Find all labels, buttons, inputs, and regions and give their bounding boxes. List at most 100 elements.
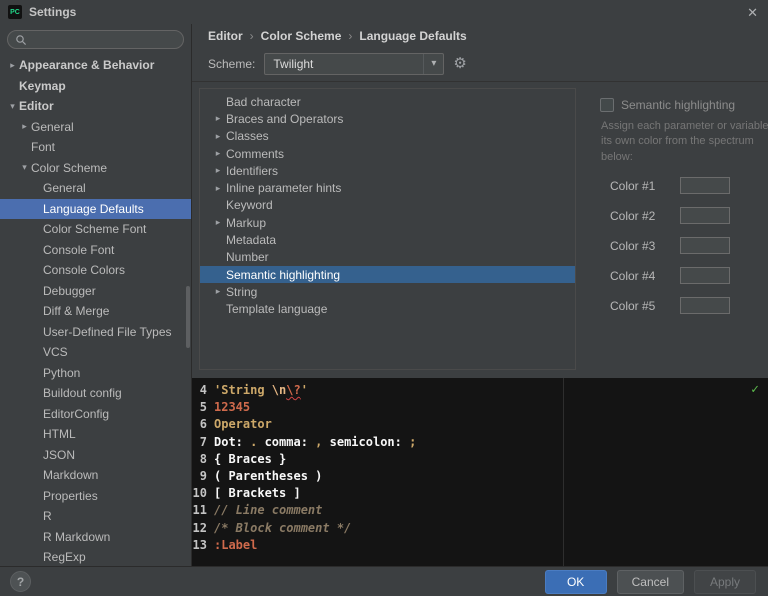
sidebar-item-buildout-config[interactable]: Buildout config bbox=[0, 383, 191, 404]
sidebar-item-diff-merge[interactable]: Diff & Merge bbox=[0, 301, 191, 322]
color-label: Color #4 bbox=[610, 268, 656, 283]
sidebar-item-html[interactable]: HTML bbox=[0, 424, 191, 445]
chevron-right-icon[interactable]: ▸ bbox=[210, 217, 226, 228]
attribute-item-label: Braces and Operators bbox=[226, 111, 344, 126]
sidebar-item-python[interactable]: Python bbox=[0, 363, 191, 384]
sidebar-item-debugger[interactable]: Debugger bbox=[0, 281, 191, 302]
breadcrumb-item-editor[interactable]: Editor bbox=[208, 29, 243, 43]
sidebar-item-label: Color Scheme Font bbox=[43, 222, 147, 237]
attribute-item-label: Semantic highlighting bbox=[226, 267, 341, 282]
sidebar-item-general[interactable]: General bbox=[0, 178, 191, 199]
chevron-right-icon[interactable]: ▸ bbox=[210, 183, 226, 194]
chevron-down-icon[interactable]: ▾ bbox=[6, 101, 19, 112]
color-row-3: Color #3 bbox=[610, 237, 756, 255]
line-number: 6 bbox=[199, 417, 207, 432]
attribute-item-identifiers[interactable]: ▸ Identifiers bbox=[200, 162, 575, 179]
close-icon[interactable]: ✕ bbox=[747, 6, 758, 19]
attribute-item-semantic-highlighting[interactable]: Semantic highlighting bbox=[200, 265, 575, 284]
help-icon[interactable]: ? bbox=[10, 571, 31, 592]
attribute-item-keyword[interactable]: Keyword bbox=[200, 197, 575, 214]
sidebar-item-label: Debugger bbox=[43, 283, 96, 298]
chevron-right-icon[interactable]: ▸ bbox=[210, 148, 226, 159]
gear-icon[interactable]: ⚙ bbox=[453, 56, 466, 71]
color-value-field[interactable] bbox=[680, 267, 730, 285]
code-line: 11// Line comment bbox=[192, 502, 768, 519]
sidebar-item-label: JSON bbox=[43, 447, 76, 462]
settings-search[interactable] bbox=[7, 30, 184, 49]
preview-editor[interactable]: 4 'String \n\?' 5 12345 6 Operator 7 Dot: . com… bbox=[192, 378, 768, 566]
sidebar-item-label: Buildout config bbox=[43, 386, 122, 401]
sidebar-item-markdown[interactable]: Markdown bbox=[0, 465, 191, 486]
sidebar-item-color-scheme[interactable]: ▾ Color Scheme bbox=[0, 158, 191, 179]
attribute-item-label: Identifiers bbox=[226, 163, 279, 178]
sidebar-scrollbar-thumb[interactable] bbox=[186, 286, 190, 348]
semantic-highlighting-checkbox-label: Semantic highlighting bbox=[621, 98, 736, 112]
color-row-5: Color #5 bbox=[610, 297, 756, 315]
attribute-item-bad-character[interactable]: Bad character bbox=[200, 93, 575, 110]
sidebar-item-appearance-behavior[interactable]: ▸ Appearance & Behavior bbox=[0, 55, 191, 76]
chevron-right-icon[interactable]: ▸ bbox=[210, 131, 226, 142]
semantic-highlighting-panel: Semantic highlighting Assign each parame… bbox=[584, 88, 768, 370]
sidebar-item-label: EditorConfig bbox=[43, 406, 110, 421]
sidebar-item-regexp[interactable]: RegExp bbox=[0, 547, 191, 566]
attribute-item-label: Markup bbox=[226, 215, 267, 230]
breadcrumb-item-color-scheme[interactable]: Color Scheme bbox=[261, 29, 342, 43]
sidebar-item-keymap[interactable]: Keymap bbox=[0, 76, 191, 97]
settings-search-input[interactable] bbox=[32, 32, 176, 47]
attribute-item-metadata[interactable]: Metadata bbox=[200, 231, 575, 248]
sidebar-item-editorconfig[interactable]: EditorConfig bbox=[0, 404, 191, 425]
chevron-right-icon[interactable]: ▸ bbox=[210, 165, 226, 176]
settings-tree: ▸ Appearance & Behavior Keymap ▾ Editor ▸ Gene… bbox=[0, 55, 191, 566]
sidebar-item-r[interactable]: R bbox=[0, 506, 191, 527]
line-number: 7 bbox=[199, 434, 207, 449]
attribute-item-comments[interactable]: ▸ Comments bbox=[200, 145, 575, 162]
sidebar-item-console-colors[interactable]: Console Colors bbox=[0, 260, 191, 281]
color-value-field[interactable] bbox=[680, 207, 730, 225]
color-value-field[interactable] bbox=[680, 177, 730, 195]
sidebar-item-editor[interactable]: ▾ Editor bbox=[0, 96, 191, 117]
sidebar-item-color-scheme-font[interactable]: Color Scheme Font bbox=[0, 219, 191, 240]
breadcrumb-item-language-defaults[interactable]: Language Defaults bbox=[359, 29, 466, 43]
sidebar-item-language-defaults[interactable]: Language Defaults bbox=[0, 198, 191, 219]
color-row-1: Color #1 bbox=[610, 177, 756, 195]
attribute-item-string[interactable]: ▸ String bbox=[200, 283, 575, 300]
preview-code: 4 'String \n\?' 5 12345 6 Operator 7 Dot: . com… bbox=[192, 382, 768, 554]
color-value-field[interactable] bbox=[680, 237, 730, 255]
semantic-highlighting-checkbox[interactable] bbox=[600, 98, 614, 112]
chevron-down-icon[interactable]: ▾ bbox=[18, 162, 31, 173]
sidebar-item-properties[interactable]: Properties bbox=[0, 486, 191, 507]
sidebar-item-vcs[interactable]: VCS bbox=[0, 342, 191, 363]
chevron-right-icon[interactable]: ▸ bbox=[6, 60, 19, 71]
apply-button[interactable]: Apply bbox=[694, 569, 756, 594]
code-line: 7 Dot: . comma: , semicolon: ; bbox=[192, 434, 768, 451]
sidebar-item-json[interactable]: JSON bbox=[0, 445, 191, 466]
color-value-field[interactable] bbox=[680, 297, 730, 315]
sidebar-item-label: Font bbox=[31, 140, 56, 155]
sidebar-item-label: Console Font bbox=[43, 242, 115, 257]
chevron-right-icon[interactable]: ▸ bbox=[210, 113, 226, 124]
sidebar-item-general[interactable]: ▸ General bbox=[0, 117, 191, 138]
attribute-item-classes[interactable]: ▸ Classes bbox=[200, 128, 575, 145]
attribute-item-inline-parameter-hints[interactable]: ▸ Inline parameter hints bbox=[200, 179, 575, 196]
ok-button[interactable]: OK bbox=[544, 569, 607, 594]
attribute-item-number[interactable]: Number bbox=[200, 249, 575, 266]
code-line: 12/* Block comment */ bbox=[192, 520, 768, 537]
attribute-item-braces-and-operators[interactable]: ▸ Braces and Operators bbox=[200, 110, 575, 127]
sidebar-item-r-markdown[interactable]: R Markdown bbox=[0, 527, 191, 548]
breadcrumb: Editor › Color Scheme › Language Defaults bbox=[192, 24, 768, 46]
dialog-footer: ? OK Cancel Apply bbox=[0, 566, 768, 596]
chevron-right-icon[interactable]: ▸ bbox=[210, 286, 226, 297]
sidebar-item-font[interactable]: Font bbox=[0, 137, 191, 158]
sidebar-item-label: VCS bbox=[43, 345, 68, 360]
code-line: 9( Parentheses ) bbox=[192, 468, 768, 485]
sidebar-item-label: Console Colors bbox=[43, 263, 126, 278]
attribute-item-markup[interactable]: ▸ Markup bbox=[200, 214, 575, 231]
cancel-button[interactable]: Cancel bbox=[616, 569, 684, 594]
line-number: 13 bbox=[192, 537, 207, 552]
scheme-select[interactable]: Twilight ▾ bbox=[264, 52, 445, 75]
sidebar-item-user-defined-file-types[interactable]: User-Defined File Types bbox=[0, 322, 191, 343]
chevron-right-icon[interactable]: ▸ bbox=[18, 121, 31, 132]
sidebar-item-console-font[interactable]: Console Font bbox=[0, 240, 191, 261]
attribute-item-template-language[interactable]: Template language bbox=[200, 301, 575, 318]
breadcrumb-separator: › bbox=[348, 29, 353, 43]
